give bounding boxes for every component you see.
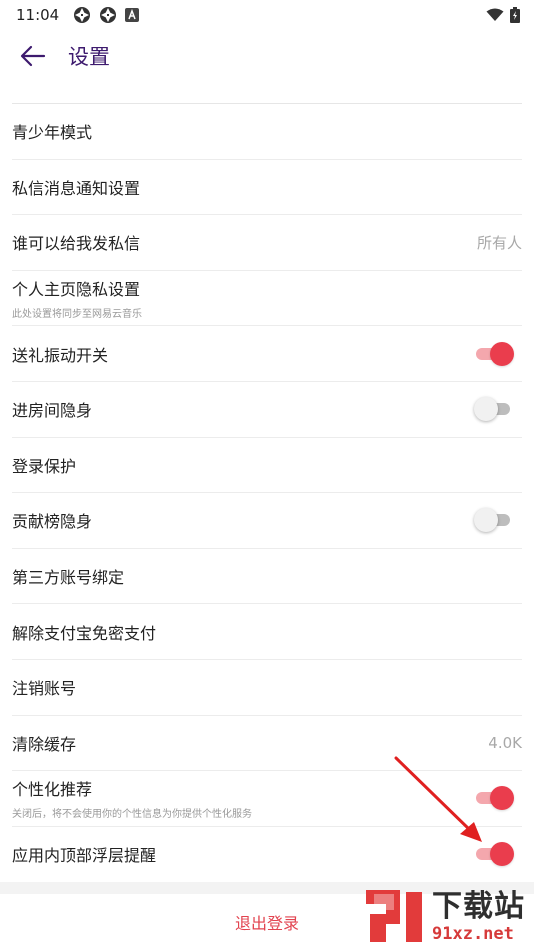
setting-label: 进房间隐身: [12, 401, 93, 421]
setting-in-app-top-overlay: 应用内顶部浮层提醒: [12, 825, 522, 882]
setting-label: 个人主页隐私设置: [12, 280, 141, 300]
setting-label: 登录保护: [12, 456, 77, 476]
personalized-recommend-toggle[interactable]: [476, 786, 514, 811]
aperture-icon: [100, 7, 117, 23]
setting-label: 第三方账号绑定: [12, 568, 125, 588]
setting-login-protection[interactable]: 登录保护: [12, 436, 522, 493]
setting-alipay-unbind[interactable]: 解除支付宝免密支付: [12, 603, 522, 659]
setting-message-notifications[interactable]: 私信消息通知设置: [12, 158, 522, 215]
status-bar: 11:04: [0, 0, 534, 30]
status-right-icons: [486, 7, 520, 23]
setting-room-invisible: 进房间隐身: [12, 380, 522, 437]
watermark-url: 91xz.net: [432, 924, 514, 944]
setting-label: 谁可以给我发私信: [12, 234, 141, 254]
status-left-icons: [73, 6, 140, 24]
setting-teen-mode[interactable]: 青少年模式: [12, 103, 522, 159]
aperture-icon: [74, 7, 91, 23]
wifi-icon: [486, 8, 504, 21]
site-logo-icon: [366, 890, 422, 942]
gift-vibration-toggle[interactable]: [476, 341, 514, 366]
setting-value: 4.0K: [488, 733, 522, 752]
app-bar: 设置: [0, 30, 534, 82]
settings-list: 青少年模式 私信消息通知设置 谁可以给我发私信 所有人 个人主页隐私设置 此处设…: [0, 103, 534, 881]
setting-label: 青少年模式: [12, 123, 93, 143]
site-watermark: 下载站 91xz.net: [360, 884, 534, 950]
setting-who-can-message[interactable]: 谁可以给我发私信 所有人: [12, 214, 522, 270]
setting-profile-privacy[interactable]: 个人主页隐私设置 此处设置将同步至网易云音乐: [12, 269, 522, 326]
in-app-top-overlay-toggle[interactable]: [476, 842, 514, 867]
setting-label: 贡献榜隐身: [12, 512, 93, 532]
back-button[interactable]: [18, 41, 48, 71]
setting-label: 个性化推荐: [12, 780, 93, 800]
setting-label: 解除支付宝免密支付: [12, 623, 157, 643]
status-time: 11:04: [16, 6, 60, 24]
notification-a-icon: [125, 8, 140, 22]
battery-icon: [510, 7, 520, 23]
setting-gift-vibration: 送礼振动开关: [12, 325, 522, 381]
setting-label: 注销账号: [12, 679, 77, 699]
setting-subtitle: 此处设置将同步至网易云音乐: [12, 309, 142, 321]
page-title: 设置: [68, 45, 110, 69]
setting-subtitle: 关闭后，将不会使用你的个性信息为你提供个性化服务: [12, 809, 252, 821]
setting-label: 应用内顶部浮层提醒: [12, 846, 157, 866]
setting-contribution-invisible: 贡献榜隐身: [12, 492, 522, 548]
setting-delete-account[interactable]: 注销账号: [12, 658, 522, 715]
contribution-invisible-toggle[interactable]: [474, 508, 512, 533]
setting-third-party-binding[interactable]: 第三方账号绑定: [12, 547, 522, 604]
setting-label: 私信消息通知设置: [12, 178, 141, 198]
setting-personalized-recommend: 个性化推荐 关闭后，将不会使用你的个性信息为你提供个性化服务: [12, 770, 522, 826]
setting-label: 送礼振动开关: [12, 345, 109, 365]
setting-label: 清除缓存: [12, 734, 77, 754]
back-arrow-icon: [20, 45, 46, 67]
setting-value: 所有人: [476, 233, 522, 252]
watermark-title: 下载站: [432, 889, 525, 924]
setting-clear-cache[interactable]: 清除缓存 4.0K: [12, 714, 522, 771]
room-invisible-toggle[interactable]: [474, 397, 512, 422]
